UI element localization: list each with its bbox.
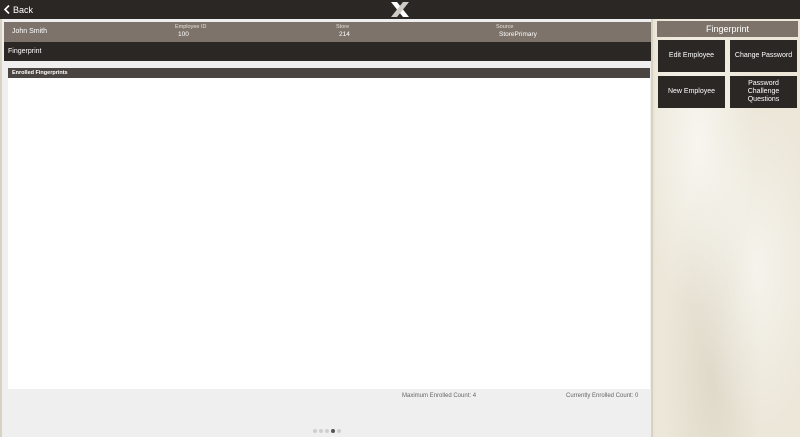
- employee-header: John Smith Employee ID 100 Store 214 Sou…: [4, 22, 651, 42]
- store-value: 214: [339, 31, 350, 38]
- change-password-button[interactable]: Change Password: [730, 40, 797, 72]
- top-bar: Back: [0, 0, 800, 19]
- employee-name: John Smith: [12, 28, 48, 35]
- side-panel-title: Fingerprint: [657, 21, 798, 37]
- page-dot: [313, 429, 317, 433]
- back-label: Back: [13, 4, 34, 15]
- page-dot: [319, 429, 323, 433]
- xstore-logo-icon: [391, 2, 409, 17]
- enrolled-fingerprints-list[interactable]: Enrolled Fingerprints: [8, 68, 650, 389]
- main-panel: John Smith Employee ID 100 Store 214 Sou…: [0, 19, 653, 437]
- list-header: Enrolled Fingerprints: [8, 68, 650, 78]
- max-enrolled-count: Maximum Enrolled Count: 4: [402, 393, 477, 399]
- back-button[interactable]: Back: [0, 0, 33, 19]
- employee-id-value: 100: [178, 31, 189, 38]
- store-label: Store: [336, 24, 350, 30]
- chevron-left-icon: [4, 5, 10, 14]
- section-title: Fingerprint: [4, 42, 651, 61]
- source-field: Source StorePrimary: [496, 24, 537, 38]
- source-label: Source: [496, 24, 514, 30]
- new-employee-button[interactable]: New Employee: [658, 76, 725, 108]
- page-indicator: [313, 429, 341, 433]
- page-dot-active: [331, 429, 335, 433]
- employee-id-label: Employee ID: [175, 24, 207, 30]
- side-panel: Fingerprint Edit Employee Change Passwor…: [655, 19, 800, 437]
- current-enrolled-count: Currently Enrolled Count: 0: [566, 393, 639, 399]
- password-challenge-questions-button[interactable]: Password Challenge Questions: [730, 76, 797, 108]
- page-dot: [325, 429, 329, 433]
- edit-employee-button[interactable]: Edit Employee: [658, 40, 725, 72]
- store-field: Store 214: [336, 24, 350, 38]
- employee-id-field: Employee ID 100: [175, 24, 207, 38]
- page-dot: [337, 429, 341, 433]
- source-value: StorePrimary: [499, 31, 537, 38]
